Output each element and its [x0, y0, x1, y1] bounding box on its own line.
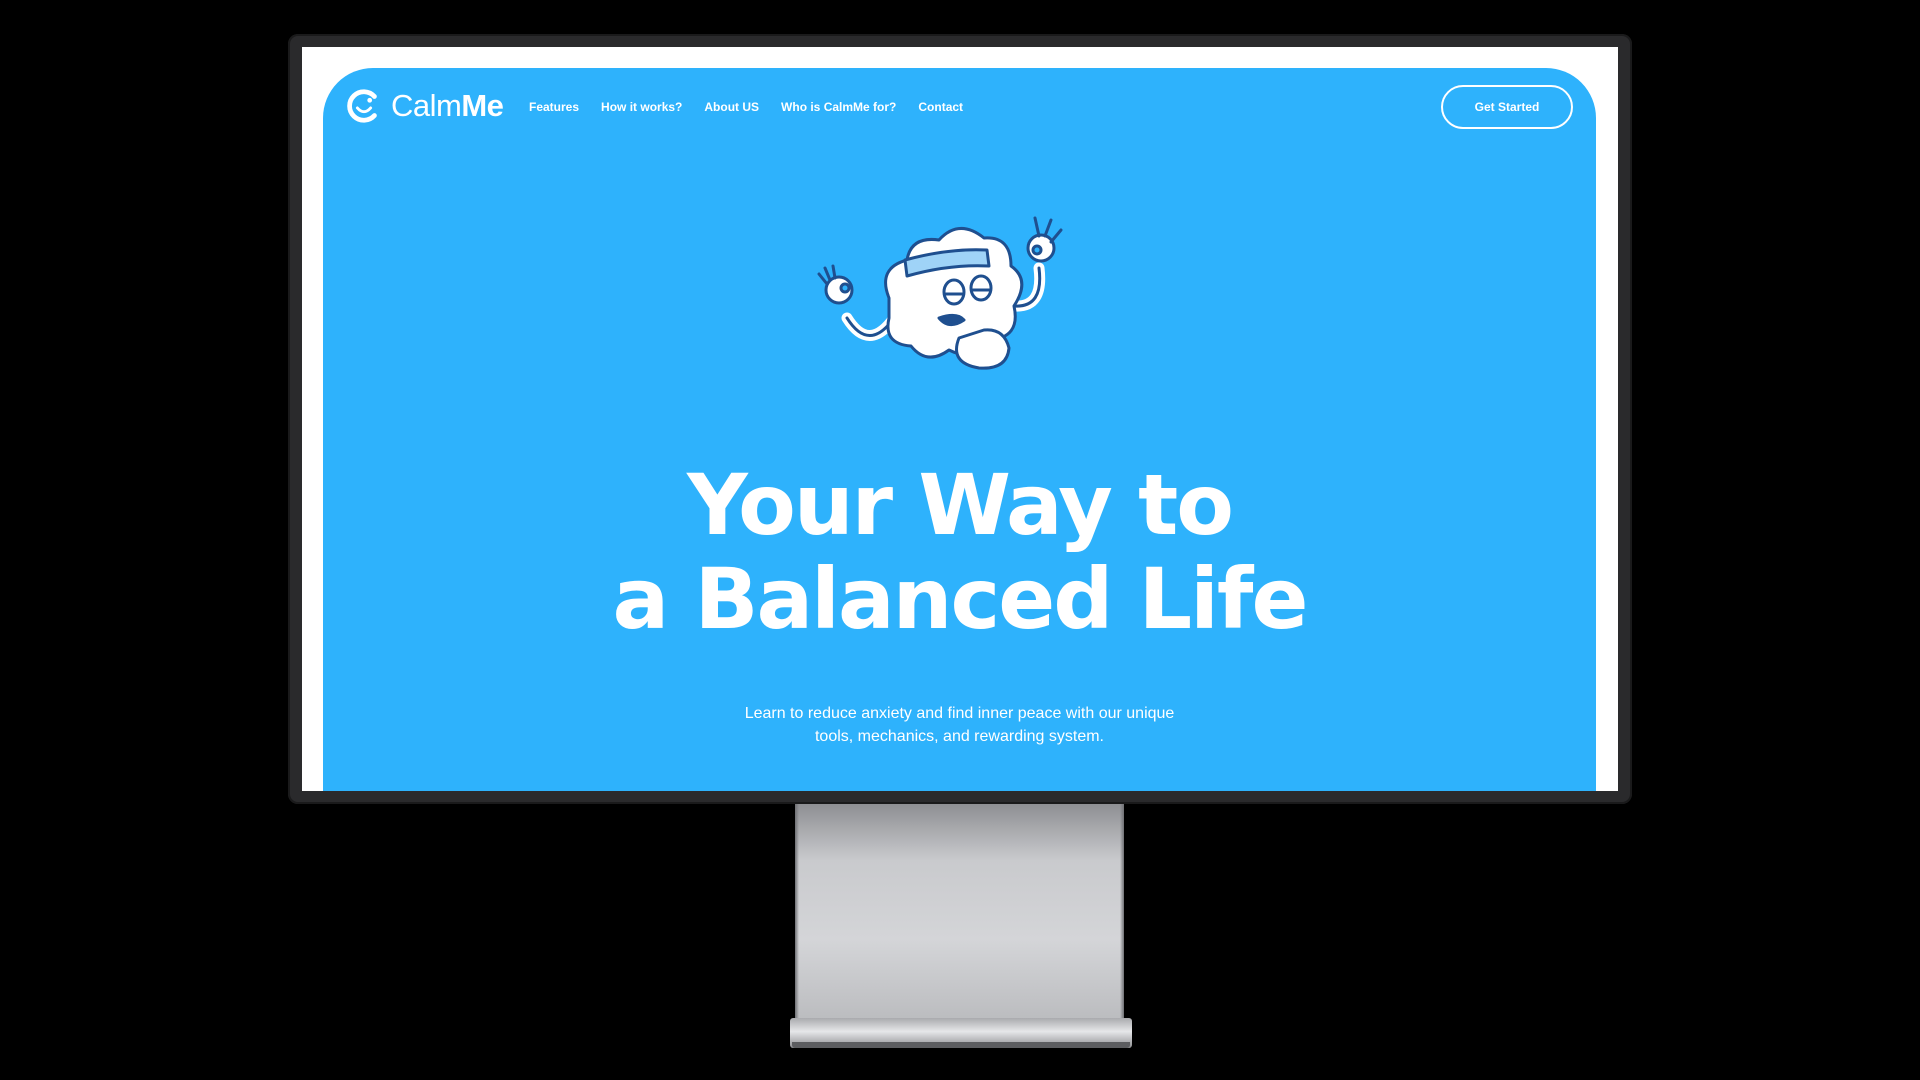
- hero-subtext: Learn to reduce anxiety and find inner p…: [323, 702, 1596, 748]
- calmme-landing-page: Calm Me Features How it works? About US W…: [323, 68, 1596, 791]
- nav-link-how-it-works[interactable]: How it works?: [601, 100, 682, 114]
- brand-logo[interactable]: Calm Me: [345, 87, 504, 125]
- hero-headline: Your Way to a Balanced Life: [323, 458, 1596, 646]
- nav-links: Features How it works? About US Who is C…: [529, 100, 985, 114]
- hero-subtext-line-1: Learn to reduce anxiety and find inner p…: [744, 705, 1175, 722]
- meditating-cloud-mascot-icon: [817, 216, 1063, 370]
- smiling-c-logo-icon: [347, 89, 377, 123]
- brand-wordmark: Calm Me: [391, 88, 504, 124]
- mockup-stage: Calm Me Features How it works? About US W…: [0, 0, 1920, 1080]
- monitor-screen: Calm Me Features How it works? About US W…: [302, 47, 1618, 791]
- nav-link-who-is-for[interactable]: Who is CalmMe for?: [781, 100, 896, 114]
- hero-headline-line-2: a Balanced Life: [612, 550, 1309, 648]
- nav-link-about-us[interactable]: About US: [704, 100, 759, 114]
- nav-link-features[interactable]: Features: [529, 100, 579, 114]
- monitor-stand-foot: [792, 1042, 1130, 1048]
- get-started-button[interactable]: Get Started: [1441, 85, 1573, 129]
- hero-subtext-line-2: tools, mechanics, and rewarding system.: [814, 728, 1104, 745]
- nav-link-contact[interactable]: Contact: [918, 100, 963, 114]
- brand-name-regular: Calm: [391, 88, 462, 123]
- brand-name-bold: Me: [461, 88, 504, 123]
- monitor-stand-neck: [795, 804, 1124, 1030]
- monitor-bezel: Calm Me Features How it works? About US W…: [288, 34, 1632, 804]
- top-navigation: Calm Me Features How it works? About US W…: [323, 68, 1596, 148]
- hero-headline-line-1: Your Way to: [687, 456, 1234, 554]
